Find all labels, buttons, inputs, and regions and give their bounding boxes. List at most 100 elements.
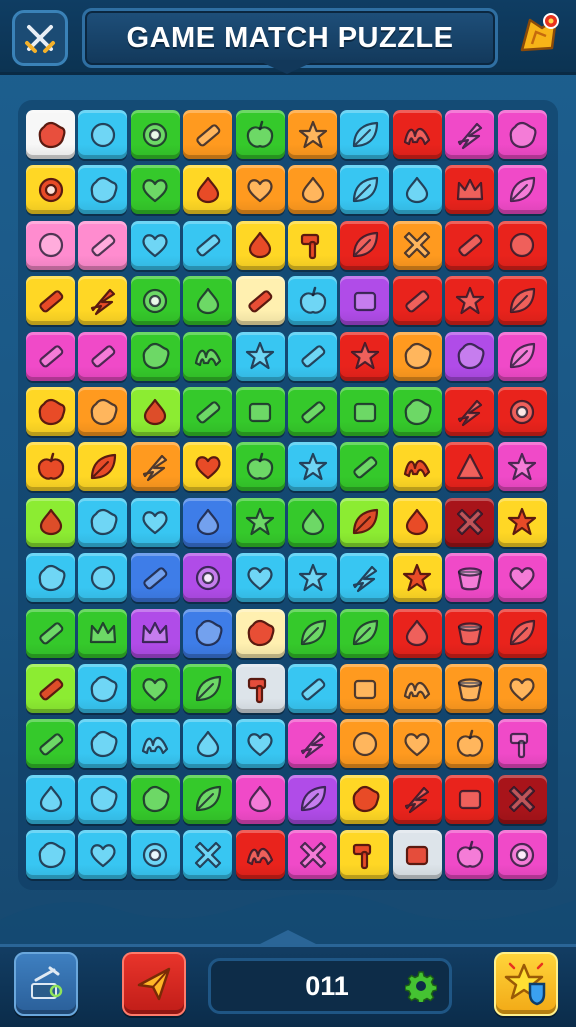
tile-magenta-heart[interactable]	[497, 553, 547, 603]
tile-sky-drop[interactable]	[26, 774, 75, 824]
tile-orange-heart[interactable]	[497, 664, 547, 713]
tile-yellow-drop[interactable]	[183, 165, 233, 215]
gear-icon[interactable]	[405, 970, 437, 1002]
tile-magenta-cross[interactable]	[288, 830, 337, 880]
tile-magenta-drop[interactable]	[235, 774, 285, 824]
tile-sky-heart[interactable]	[235, 719, 285, 769]
tile-red-triangle[interactable]	[445, 442, 495, 492]
tile-sky-bar[interactable]	[288, 664, 337, 713]
tile-yellow-apple[interactable]	[26, 442, 75, 492]
tile-red-leaf[interactable]	[340, 220, 390, 270]
tile-sky-blob[interactable]	[78, 774, 128, 824]
tile-magenta-leaf[interactable]	[497, 165, 547, 215]
tile-green-leaf[interactable]	[183, 774, 233, 824]
tile-red-circle[interactable]	[497, 220, 547, 270]
tile-yellow-drop[interactable]	[235, 220, 285, 270]
tile-pink-bar[interactable]	[78, 220, 128, 270]
tile-red-crown[interactable]	[445, 165, 495, 215]
tile-yellow-blob[interactable]	[340, 774, 390, 824]
tile-yellow-leaf[interactable]	[78, 442, 128, 492]
tile-green-leaf[interactable]	[340, 608, 390, 658]
tile-darkred-cross[interactable]	[445, 497, 495, 547]
tile-green-blob[interactable]	[130, 774, 180, 824]
tile-yellow-hammer[interactable]	[288, 220, 337, 270]
tile-lime-leaf[interactable]	[340, 497, 390, 547]
tile-orange-apple[interactable]	[445, 719, 495, 769]
tile-orange-star[interactable]	[288, 110, 337, 159]
tile-red-cup[interactable]	[445, 608, 495, 658]
tile-darkred-cross[interactable]	[497, 774, 547, 824]
tile-lime-bar[interactable]	[26, 664, 75, 713]
tile-green-square[interactable]	[340, 387, 390, 436]
tile-green-drop[interactable]	[288, 497, 337, 547]
tile-yellow-bolt[interactable]	[78, 276, 128, 326]
tile-sky-star[interactable]	[235, 331, 285, 381]
tile-yellow-bar[interactable]	[26, 276, 75, 326]
tile-green-drop[interactable]	[183, 276, 233, 326]
tile-magenta-bolt[interactable]	[288, 719, 337, 769]
tile-orange-bar[interactable]	[183, 110, 233, 159]
tile-sky-star[interactable]	[288, 553, 337, 603]
tile-sky-circle[interactable]	[78, 110, 128, 159]
tile-orange-blob[interactable]	[78, 387, 128, 436]
gift-star-button[interactable]	[514, 8, 564, 58]
tile-red-leaf[interactable]	[497, 608, 547, 658]
tile-sky-heart[interactable]	[130, 497, 180, 547]
tile-sky-blob[interactable]	[78, 165, 128, 215]
tile-red-bolt[interactable]	[445, 387, 495, 436]
hint-button[interactable]	[14, 952, 78, 1016]
tile-silver-hammer[interactable]	[235, 664, 285, 713]
tile-green-apple[interactable]	[235, 110, 285, 159]
tile-blue-drop[interactable]	[183, 497, 233, 547]
tile-sky-ring[interactable]	[130, 830, 180, 880]
tile-magenta-star[interactable]	[497, 442, 547, 492]
tile-sky-wave[interactable]	[130, 719, 180, 769]
tile-green-leaf[interactable]	[288, 608, 337, 658]
tile-sky-bolt[interactable]	[340, 553, 390, 603]
tile-orange-wave[interactable]	[392, 664, 442, 713]
tile-sky-blob[interactable]	[26, 830, 75, 880]
tile-purple-blob[interactable]	[445, 331, 495, 381]
tile-red-ring[interactable]	[497, 387, 547, 436]
tile-red-bar[interactable]	[392, 276, 442, 326]
tile-red-square[interactable]	[445, 774, 495, 824]
tile-green-bar[interactable]	[26, 608, 75, 658]
tile-silver-square[interactable]	[392, 830, 442, 880]
tile-green-ring[interactable]	[130, 110, 180, 159]
tile-sky-drop[interactable]	[392, 165, 442, 215]
tile-blue-blob[interactable]	[183, 608, 233, 658]
tile-green-bar[interactable]	[340, 442, 390, 492]
tile-green-leaf[interactable]	[183, 664, 233, 713]
tile-purple-square[interactable]	[340, 276, 390, 326]
tile-magenta-ring[interactable]	[497, 830, 547, 880]
tile-yellow-drop[interactable]	[392, 497, 442, 547]
tile-orange-blob[interactable]	[392, 331, 442, 381]
tile-purple-crown[interactable]	[130, 608, 180, 658]
tile-magenta-bar[interactable]	[78, 331, 128, 381]
tile-yellow-star[interactable]	[392, 553, 442, 603]
tile-sky-blob[interactable]	[78, 664, 128, 713]
tile-magenta-blob[interactable]	[497, 110, 547, 159]
tile-yellow-heart[interactable]	[183, 442, 233, 492]
tile-orange-heart[interactable]	[392, 719, 442, 769]
tile-purple-ring[interactable]	[183, 553, 233, 603]
tile-purple-leaf[interactable]	[288, 774, 337, 824]
tile-sky-circle[interactable]	[78, 553, 128, 603]
tile-cream-bar[interactable]	[235, 276, 285, 326]
tile-magenta-cup[interactable]	[445, 553, 495, 603]
tile-red-star[interactable]	[445, 276, 495, 326]
tile-orange-circle[interactable]	[340, 719, 390, 769]
tile-blue-bar[interactable]	[130, 553, 180, 603]
tile-green-heart[interactable]	[130, 664, 180, 713]
tile-magenta-bolt[interactable]	[445, 110, 495, 159]
tile-sky-star[interactable]	[288, 442, 337, 492]
tile-green-crown[interactable]	[78, 608, 128, 658]
tile-yellow-hammer[interactable]	[340, 830, 390, 880]
tile-sky-apple[interactable]	[288, 276, 337, 326]
tile-red-bar[interactable]	[445, 220, 495, 270]
tile-sky-heart[interactable]	[130, 220, 180, 270]
tile-red-wave[interactable]	[392, 110, 442, 159]
tile-green-heart[interactable]	[130, 165, 180, 215]
tile-sky-blob[interactable]	[78, 497, 128, 547]
tile-orange-square[interactable]	[340, 664, 390, 713]
